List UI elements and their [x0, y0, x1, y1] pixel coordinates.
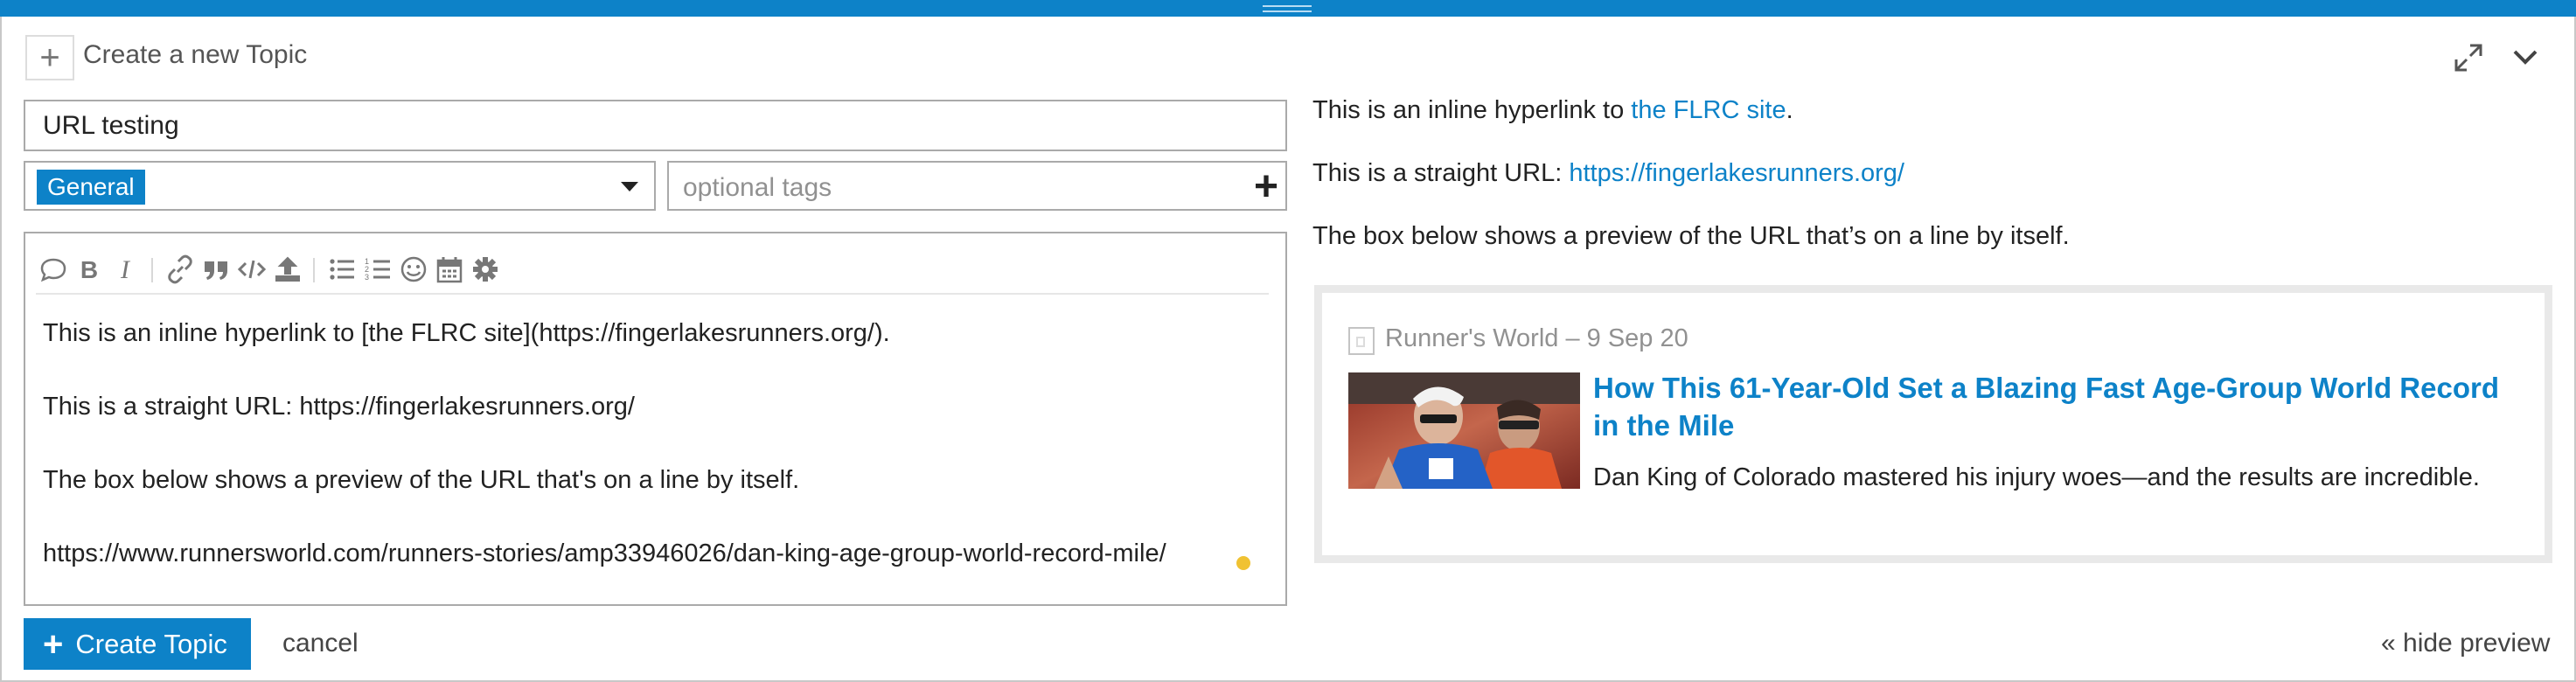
editor-line: The box below shows a preview of the URL… — [43, 466, 800, 494]
favicon-icon — [1348, 327, 1375, 355]
preview-pane: This is an inline hyperlink to the FLRC … — [1312, 96, 2070, 285]
gear-icon[interactable] — [468, 252, 503, 287]
caret-down-icon — [621, 182, 638, 191]
link-icon[interactable] — [163, 252, 198, 287]
blockquote-icon[interactable] — [198, 252, 233, 287]
upload-icon[interactable] — [270, 252, 305, 287]
italic-icon[interactable]: I — [108, 252, 143, 287]
onebox-title-link[interactable]: How This 61-Year-Old Set a Blazing Fast … — [1593, 369, 2520, 444]
numbered-list-icon[interactable]: 123 — [360, 252, 395, 287]
create-topic-button[interactable]: + Create Topic — [24, 618, 251, 670]
bullet-list-icon[interactable] — [324, 252, 359, 287]
svg-text:3: 3 — [365, 273, 369, 282]
composer-resize-bar[interactable] — [0, 0, 2576, 17]
editor-line: This is a straight URL: https://fingerla… — [43, 393, 635, 421]
tags-input[interactable]: optional tags + — [667, 161, 1287, 211]
onebox-description: Dan King of Colorado mastered his injury… — [1593, 463, 2480, 491]
editor-line: https://www.runnersworld.com/runners-sto… — [43, 539, 1166, 567]
editor-line: This is an inline hyperlink to [the FLRC… — [43, 319, 890, 347]
plus-icon: + — [43, 624, 64, 664]
toolbar-divider — [313, 258, 315, 282]
calendar-icon[interactable] — [432, 252, 467, 287]
onebox-source: Runner's World – 9 Sep 20 — [1385, 324, 1688, 352]
quote-icon[interactable] — [36, 252, 71, 287]
toolbar-divider — [151, 258, 153, 282]
hide-preview-link[interactable]: « hide preview — [2381, 629, 2550, 658]
chevron-down-icon[interactable] — [2510, 42, 2541, 73]
editor-box[interactable]: B I 123 This is an inline hyperlink to [… — [24, 232, 1287, 606]
flrc-inline-link[interactable]: the FLRC site — [1631, 96, 1786, 124]
create-topic-label: Create Topic — [75, 628, 227, 659]
link-preview-card[interactable]: Runner's World – 9 Sep 20 How This 61-Ye… — [1314, 285, 2552, 563]
editor-toolbar: B I 123 — [36, 244, 1269, 295]
category-dropdown[interactable]: General — [24, 161, 656, 211]
preview-line: This is an inline hyperlink to the FLRC … — [1312, 96, 2070, 159]
code-icon[interactable] — [234, 252, 269, 287]
preview-text: This is a straight URL: — [1312, 159, 1570, 187]
plus-icon: + — [25, 35, 74, 80]
preview-line: This is a straight URL: https://fingerla… — [1312, 159, 2070, 222]
editor-content[interactable]: This is an inline hyperlink to [the FLRC… — [43, 319, 1166, 613]
category-badge: General — [37, 170, 145, 205]
article-thumbnail[interactable] — [1348, 372, 1580, 489]
svg-text:I: I — [120, 255, 131, 284]
flrc-url-link[interactable]: https://fingerlakesrunners.org/ — [1569, 159, 1904, 187]
preview-text: This is an inline hyperlink to — [1312, 96, 1632, 124]
grip-icon[interactable] — [1263, 5, 1312, 12]
preview-line: The box below shows a preview of the URL… — [1312, 222, 2070, 250]
typing-indicator-dot — [1236, 556, 1250, 570]
tags-placeholder: optional tags — [683, 173, 832, 202]
add-tag-icon[interactable]: + — [1254, 166, 1278, 208]
topic-title-input[interactable] — [24, 100, 1287, 151]
preview-text: . — [1786, 96, 1793, 124]
bold-icon[interactable]: B — [72, 252, 107, 287]
cancel-link[interactable]: cancel — [282, 629, 359, 658]
fullscreen-icon[interactable] — [2453, 42, 2484, 73]
svg-text:B: B — [80, 256, 98, 283]
emoji-icon[interactable] — [396, 252, 431, 287]
composer-action-title: Create a new Topic — [83, 40, 308, 69]
